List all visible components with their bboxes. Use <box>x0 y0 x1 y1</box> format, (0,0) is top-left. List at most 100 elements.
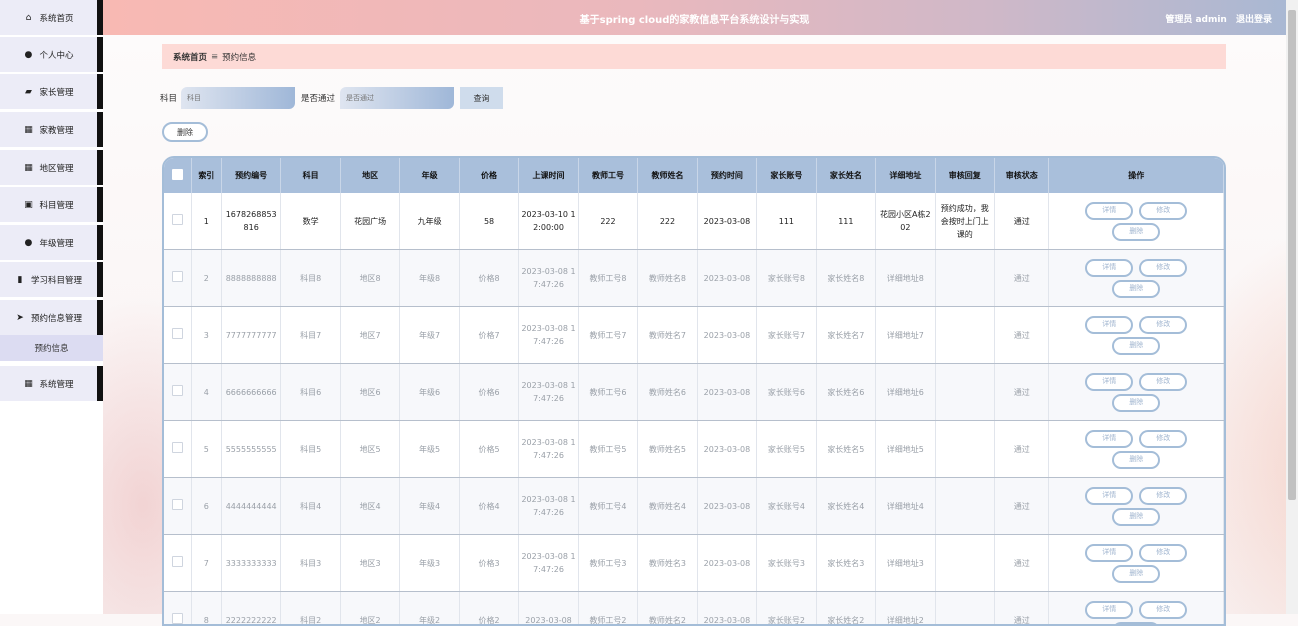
sidebar-item-8[interactable]: ➤预约信息管理 <box>0 300 103 335</box>
delete-button[interactable]: 删除 <box>1112 622 1160 626</box>
table-cell: 2023-03-08 <box>697 250 756 307</box>
edit-button[interactable]: 修改 <box>1139 373 1187 391</box>
sidebar-item-label: 年级管理 <box>39 237 73 249</box>
table-cell: 通过 <box>995 535 1049 592</box>
table-cell: 价格3 <box>459 535 518 592</box>
sidebar-item-4[interactable]: ▦地区管理 <box>0 150 103 185</box>
detail-button[interactable]: 详情 <box>1085 430 1133 448</box>
table-cell: 详细地址4 <box>876 478 935 535</box>
row-checkbox[interactable] <box>164 250 191 307</box>
table-cell: 2023-03-08 <box>697 364 756 421</box>
table-cell: 地区2 <box>340 592 399 626</box>
scrollbar-thumb[interactable] <box>1288 10 1296 500</box>
detail-button[interactable]: 详情 <box>1085 601 1133 619</box>
sidebar-item-label: 科目管理 <box>39 199 73 211</box>
table-cell: 222 <box>638 193 697 250</box>
detail-button[interactable]: 详情 <box>1085 487 1133 505</box>
table-cell: 2023-03-08 <box>697 421 756 478</box>
table-cell: 数学 <box>281 193 340 250</box>
sidebar-item-6[interactable]: ●年级管理 <box>0 225 103 260</box>
sidebar-item-2[interactable]: ▰ 家长管理 <box>0 74 103 109</box>
delete-button[interactable]: 删除 <box>1112 394 1160 412</box>
row-actions: 详情修改删除 <box>1049 421 1224 478</box>
table-cell: 地区3 <box>340 535 399 592</box>
detail-button[interactable]: 详情 <box>1085 373 1133 391</box>
row-checkbox[interactable] <box>164 364 191 421</box>
table-cell: 教师工号7 <box>578 307 637 364</box>
page-scrollbar[interactable] <box>1286 0 1298 614</box>
table-cell <box>935 478 994 535</box>
table-cell: 2023-03-08 17:47:26 <box>519 307 578 364</box>
edit-button[interactable]: 修改 <box>1139 430 1187 448</box>
table-cell: 家长账号2 <box>757 592 816 626</box>
delete-button[interactable]: 删除 <box>1112 280 1160 298</box>
edit-button[interactable]: 修改 <box>1139 544 1187 562</box>
table-cell: 科目5 <box>281 421 340 478</box>
folder-icon: ▰ <box>23 87 33 97</box>
app-title: 基于spring cloud的家教信息平台系统设计与实现 <box>103 11 1286 26</box>
column-header: 家长姓名 <box>816 158 875 193</box>
edit-button[interactable]: 修改 <box>1139 601 1187 619</box>
sidebar-item-label: 系统管理 <box>39 378 73 390</box>
approved-input[interactable] <box>340 87 454 109</box>
sidebar-item-3[interactable]: ▦家教管理 <box>0 112 103 147</box>
table-cell: 222 <box>578 193 637 250</box>
table-cell: 2023-03-08 17:47:26 <box>519 421 578 478</box>
edit-button[interactable]: 修改 <box>1139 316 1187 334</box>
delete-button[interactable]: 删除 <box>1112 565 1160 583</box>
row-checkbox[interactable] <box>164 193 191 250</box>
edit-button[interactable]: 修改 <box>1139 487 1187 505</box>
table-cell <box>935 307 994 364</box>
sidebar-item-9[interactable]: ▦系统管理 <box>0 366 103 401</box>
sidebar-item-1[interactable]: ●个人中心 <box>0 37 103 72</box>
row-checkbox[interactable] <box>164 307 191 364</box>
row-checkbox[interactable] <box>164 421 191 478</box>
table-cell: 地区4 <box>340 478 399 535</box>
table-cell: 年级5 <box>400 421 459 478</box>
edit-button[interactable]: 修改 <box>1139 202 1187 220</box>
detail-button[interactable]: 详情 <box>1085 259 1133 277</box>
table-cell: 年级2 <box>400 592 459 626</box>
table-row: 28888888888科目8地区8年级8价格82023-03-08 17:47:… <box>164 250 1224 307</box>
delete-button[interactable]: 删除 <box>1112 223 1160 241</box>
table-cell: 科目6 <box>281 364 340 421</box>
breadcrumb-home[interactable]: 系统首页 <box>173 51 207 63</box>
home-icon: ⌂ <box>23 13 33 23</box>
table-cell: 价格4 <box>459 478 518 535</box>
table-cell: 年级3 <box>400 535 459 592</box>
row-checkbox[interactable] <box>164 478 191 535</box>
subject-input[interactable] <box>181 87 295 109</box>
sidebar-subitem-appointments[interactable]: 预约信息 <box>0 335 103 361</box>
delete-button[interactable]: 删除 <box>1112 508 1160 526</box>
query-button[interactable]: 查询 <box>460 87 503 109</box>
batch-delete-button[interactable]: 删除 <box>162 122 208 142</box>
table-cell: 2 <box>191 250 221 307</box>
table-cell: 教师工号2 <box>578 592 637 626</box>
table-cell: 7777777777 <box>221 307 280 364</box>
table-cell: 详细地址3 <box>876 535 935 592</box>
delete-button[interactable]: 删除 <box>1112 451 1160 469</box>
send-icon: ➤ <box>15 313 25 323</box>
table-cell: 2023-03-08 <box>697 535 756 592</box>
table-cell: 家长账号5 <box>757 421 816 478</box>
select-all-checkbox[interactable] <box>164 158 191 193</box>
delete-button[interactable]: 删除 <box>1112 337 1160 355</box>
sidebar-item-0[interactable]: ⌂系统首页 <box>0 0 103 35</box>
row-actions: 详情修改删除 <box>1049 478 1224 535</box>
sidebar-item-label: 家长管理 <box>39 86 73 98</box>
table-cell: 地区5 <box>340 421 399 478</box>
subject-label: 科目 <box>160 92 177 104</box>
sidebar-item-5[interactable]: ▣科目管理 <box>0 187 103 222</box>
table-cell: 家长姓名3 <box>816 535 875 592</box>
detail-button[interactable]: 详情 <box>1085 544 1133 562</box>
sidebar-item-7[interactable]: ▮学习科目管理 <box>0 262 103 297</box>
detail-button[interactable]: 详情 <box>1085 202 1133 220</box>
table-cell: 通过 <box>995 307 1049 364</box>
detail-button[interactable]: 详情 <box>1085 316 1133 334</box>
table-cell: 7 <box>191 535 221 592</box>
table-cell: 1678268853816 <box>221 193 280 250</box>
logout-link[interactable]: 退出登录 <box>1236 15 1272 25</box>
row-checkbox[interactable] <box>164 535 191 592</box>
row-checkbox[interactable] <box>164 592 191 626</box>
edit-button[interactable]: 修改 <box>1139 259 1187 277</box>
